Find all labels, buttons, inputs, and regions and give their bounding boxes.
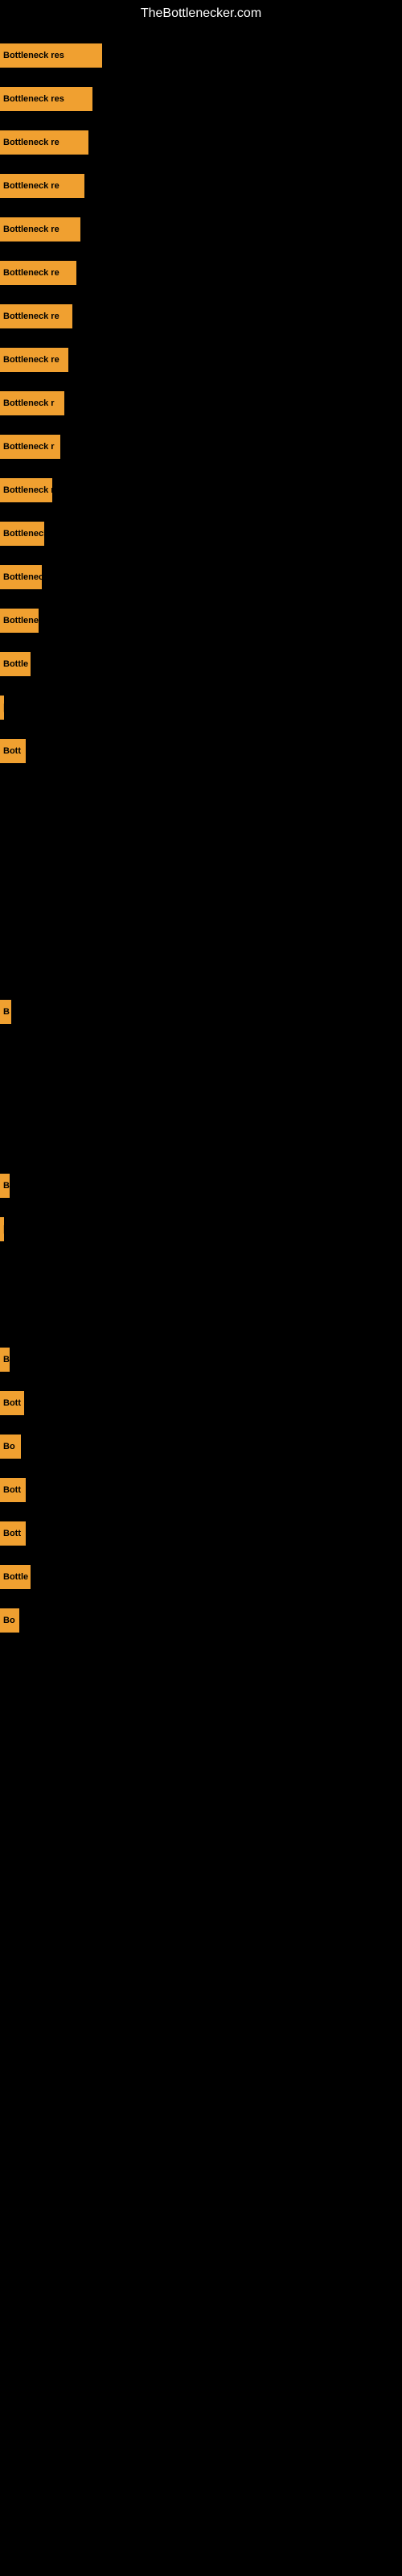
bottleneck-bar-1: Bottleneck res (0, 43, 102, 68)
bottleneck-bar-2: Bottleneck res (0, 87, 92, 111)
bottleneck-label-11: Bottleneck r (3, 485, 52, 495)
bottleneck-bar-27: Bo (0, 1608, 19, 1633)
bottleneck-label-1: Bottleneck res (3, 51, 64, 60)
bottleneck-bar-17: Bott (0, 739, 26, 763)
bottleneck-bar-26: Bottle (0, 1565, 31, 1589)
bottleneck-label-5: Bottleneck re (3, 225, 59, 234)
bottleneck-label-19: B (3, 1181, 10, 1191)
bottleneck-bar-19: B (0, 1174, 10, 1198)
bottleneck-label-26: Bottle (3, 1572, 28, 1582)
bottleneck-label-13: Bottleneck (3, 572, 42, 582)
bottleneck-bar-24: Bott (0, 1478, 26, 1502)
bottleneck-bar-20: | (0, 1217, 4, 1241)
bottleneck-bar-7: Bottleneck re (0, 304, 72, 328)
bottleneck-bar-16: | (0, 696, 4, 720)
bottleneck-bar-25: Bott (0, 1521, 26, 1546)
bottleneck-bar-18: B (0, 1000, 11, 1024)
bottleneck-label-17: Bott (3, 746, 21, 756)
bottleneck-label-22: Bott (3, 1398, 21, 1408)
bottleneck-bar-23: Bo (0, 1435, 21, 1459)
site-title: TheBottlenecker.com (0, 0, 402, 27)
bottleneck-label-24: Bott (3, 1485, 21, 1495)
bottleneck-label-6: Bottleneck re (3, 268, 59, 278)
bottleneck-label-20: | (3, 1224, 4, 1234)
bottleneck-label-3: Bottleneck re (3, 138, 59, 147)
bottleneck-bar-3: Bottleneck re (0, 130, 88, 155)
bottleneck-bar-10: Bottleneck r (0, 435, 60, 459)
bottleneck-bar-15: Bottle (0, 652, 31, 676)
bottleneck-bar-14: Bottlenec (0, 609, 39, 633)
bottleneck-label-27: Bo (3, 1616, 15, 1625)
bottleneck-bar-21: B (0, 1348, 10, 1372)
bottleneck-label-7: Bottleneck re (3, 312, 59, 321)
bottleneck-bar-5: Bottleneck re (0, 217, 80, 242)
bottleneck-label-14: Bottlenec (3, 616, 39, 625)
bottleneck-label-10: Bottleneck r (3, 442, 55, 452)
bottleneck-label-18: B (3, 1007, 10, 1017)
bottleneck-label-4: Bottleneck re (3, 181, 59, 191)
bottleneck-label-25: Bott (3, 1529, 21, 1538)
bottleneck-label-8: Bottleneck re (3, 355, 59, 365)
bottleneck-bar-6: Bottleneck re (0, 261, 76, 285)
bottleneck-bar-4: Bottleneck re (0, 174, 84, 198)
bottleneck-label-2: Bottleneck res (3, 94, 64, 104)
bottleneck-bar-11: Bottleneck r (0, 478, 52, 502)
bottleneck-bar-12: Bottleneck (0, 522, 44, 546)
bottleneck-bar-22: Bott (0, 1391, 24, 1415)
bottleneck-label-12: Bottleneck (3, 529, 44, 539)
bottleneck-label-9: Bottleneck r (3, 398, 55, 408)
bottleneck-label-21: B (3, 1355, 10, 1364)
bottleneck-bar-13: Bottleneck (0, 565, 42, 589)
bottleneck-label-23: Bo (3, 1442, 15, 1451)
bottleneck-bar-8: Bottleneck re (0, 348, 68, 372)
bottleneck-label-16: | (3, 703, 4, 712)
bottleneck-label-15: Bottle (3, 659, 28, 669)
bottleneck-bar-9: Bottleneck r (0, 391, 64, 415)
